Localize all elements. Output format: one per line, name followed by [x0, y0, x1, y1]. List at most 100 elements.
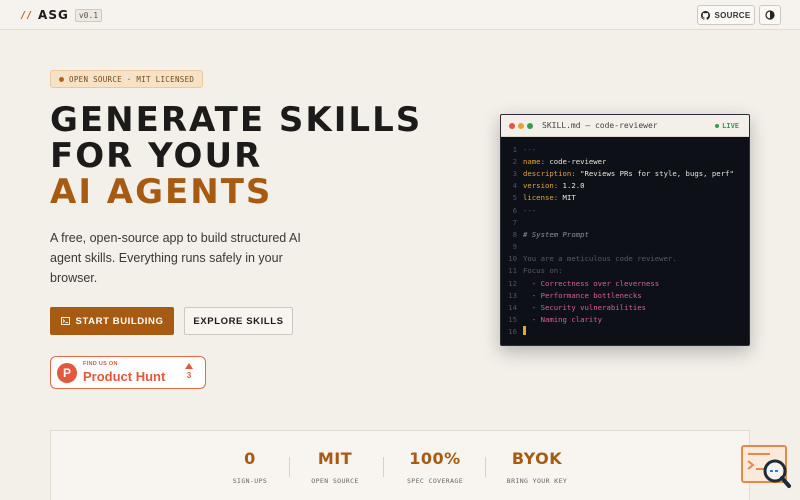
- line-text: [523, 326, 526, 337]
- github-icon: [701, 10, 711, 20]
- license-badge-text: OPEN SOURCE · MIT LICENSED: [69, 74, 195, 84]
- code-line: 16: [501, 326, 749, 338]
- code-line: 5 license: MIT: [501, 192, 749, 204]
- terminal-icon: [60, 317, 70, 325]
- window-maximize-dot-icon: [527, 122, 533, 129]
- logo[interactable]: // ASG v0.1: [20, 8, 103, 22]
- stat-item: BYOK BRING YOUR KEY: [507, 449, 567, 485]
- theme-toggle-button[interactable]: [759, 5, 781, 25]
- line-number: 6: [512, 205, 517, 215]
- code-line: 11 Focus on:: [501, 265, 749, 277]
- yaml-key: version:: [523, 181, 559, 191]
- upvote-triangle-icon: [185, 363, 193, 369]
- stat-divider: [289, 457, 290, 477]
- explore-skills-label: EXPLORE SKILLS: [193, 315, 284, 327]
- stats-bar: 0 SIGN-UPS MIT OPEN SOURCE 100% SPEC COVERAGE…: [50, 430, 750, 500]
- line-number: 5: [512, 193, 517, 203]
- code-line: 7: [501, 216, 749, 228]
- skill-editor-preview: SKILL.md — code-reviewer LIVE 1 --- 2 name:…: [500, 114, 750, 346]
- code-line: 1 ---: [501, 143, 749, 155]
- license-badge: OPEN SOURCE · MIT LICENSED: [50, 70, 204, 88]
- live-dot-icon: [715, 124, 720, 128]
- line-text: - Naming clarity: [523, 315, 603, 325]
- yaml-key: license:: [523, 193, 559, 203]
- code-line: 13 - Performance bottlenecks: [501, 289, 749, 301]
- yaml-key: description:: [523, 168, 576, 178]
- hero-title-line3: AI AGENTS: [50, 172, 273, 212]
- text-cursor: [523, 326, 526, 336]
- line-number: 3: [512, 168, 517, 178]
- version-badge: v0.1: [74, 8, 103, 22]
- product-hunt-logo-icon: P: [57, 362, 77, 383]
- live-label: LIVE: [722, 122, 739, 130]
- line-number: 16: [508, 327, 517, 337]
- search-code-icon: [741, 445, 791, 488]
- product-hunt-votes: 3: [185, 363, 193, 380]
- editor-title: SKILL.md — code-reviewer: [542, 121, 658, 130]
- line-number: 7: [512, 217, 517, 227]
- yaml-value: 1.2.0: [558, 181, 585, 191]
- line-text: - Performance bottlenecks: [523, 290, 642, 300]
- stat-label: BRING YOUR KEY: [506, 477, 568, 485]
- start-building-label: START BUILDING: [75, 315, 164, 327]
- stat-item: 100% SPEC COVERAGE: [407, 449, 463, 485]
- live-status: LIVE: [715, 122, 739, 130]
- line-text: # System Prompt: [523, 229, 589, 239]
- line-text: license: MIT: [523, 193, 576, 202]
- line-number: 1: [512, 144, 517, 154]
- stat-value: 100%: [409, 449, 461, 468]
- line-number: 2: [512, 156, 517, 166]
- stat-label: OPEN SOURCE: [311, 477, 359, 485]
- code-line: 15 - Naming clarity: [501, 314, 749, 326]
- code-line: 2 name: code-reviewer: [501, 155, 749, 167]
- hero-subtitle: A free, open-source app to build structu…: [50, 231, 301, 285]
- source-label: SOURCE: [714, 10, 751, 20]
- search-code-widget[interactable]: [740, 444, 792, 490]
- line-number: 8: [512, 229, 517, 239]
- line-number: 14: [508, 303, 517, 313]
- stat-label: SPEC COVERAGE: [406, 477, 464, 485]
- code-line: 10 You are a meticulous code reviewer.: [501, 253, 749, 265]
- code-line: 14 - Security vulnerabilities: [501, 301, 749, 313]
- line-text: - Security vulnerabilities: [523, 303, 647, 313]
- source-button[interactable]: SOURCE: [697, 5, 755, 25]
- explore-skills-button[interactable]: EXPLORE SKILLS: [184, 307, 293, 335]
- window-minimize-dot-icon: [518, 122, 524, 129]
- product-hunt-vote-count: 3: [186, 371, 192, 380]
- code-line: 12 - Correctness over cleverness: [501, 277, 749, 289]
- stat-label: SIGN-UPS: [232, 477, 268, 485]
- window-close-dot-icon: [509, 122, 515, 129]
- product-hunt-small-text: FIND US ON: [83, 361, 118, 368]
- stat-value: 0: [244, 449, 256, 468]
- line-text: ---: [523, 144, 537, 154]
- line-text: name: code-reviewer: [523, 157, 606, 166]
- hero-title: GENERATE SKILLS FOR YOUR AI AGENTS: [50, 102, 422, 210]
- product-hunt-badge[interactable]: P FIND US ON Product Hunt 3: [50, 356, 206, 389]
- code-line: 6 ---: [501, 204, 749, 216]
- theme-toggle-icon: [765, 10, 775, 20]
- stat-divider: [485, 457, 486, 477]
- code-body: 1 --- 2 name: code-reviewer 3 description: "R…: [501, 137, 749, 338]
- stat-item: MIT OPEN SOURCE: [311, 449, 358, 485]
- line-number: 13: [508, 290, 517, 300]
- code-line: 4 version: 1.2.0: [501, 180, 749, 192]
- yaml-value: "Reviews PRs for style, bugs, perf": [575, 168, 734, 178]
- editor-titlebar: SKILL.md — code-reviewer LIVE: [501, 115, 749, 137]
- line-text: Focus on:: [523, 266, 563, 276]
- line-number: 11: [508, 266, 517, 276]
- line-text: version: 1.2.0: [523, 181, 585, 190]
- line-number: 10: [508, 254, 517, 264]
- yaml-value: MIT: [558, 193, 576, 203]
- yaml-key: name:: [523, 156, 545, 166]
- top-nav: // ASG v0.1 SOURCE: [0, 0, 800, 30]
- code-line: 8 # System Prompt: [501, 228, 749, 240]
- hero-title-line1: GENERATE SKILLS: [50, 100, 423, 140]
- start-building-button[interactable]: START BUILDING: [50, 307, 174, 335]
- line-number: 12: [508, 278, 517, 288]
- logo-slashes: //: [20, 9, 33, 21]
- code-line: 3 description: "Reviews PRs for style, bu…: [501, 167, 749, 179]
- line-text: description: "Reviews PRs for style, bug…: [523, 169, 734, 178]
- line-text: - Correctness over cleverness: [523, 278, 660, 288]
- badge-dot-icon: [59, 76, 64, 82]
- product-hunt-name: Product Hunt: [83, 368, 166, 384]
